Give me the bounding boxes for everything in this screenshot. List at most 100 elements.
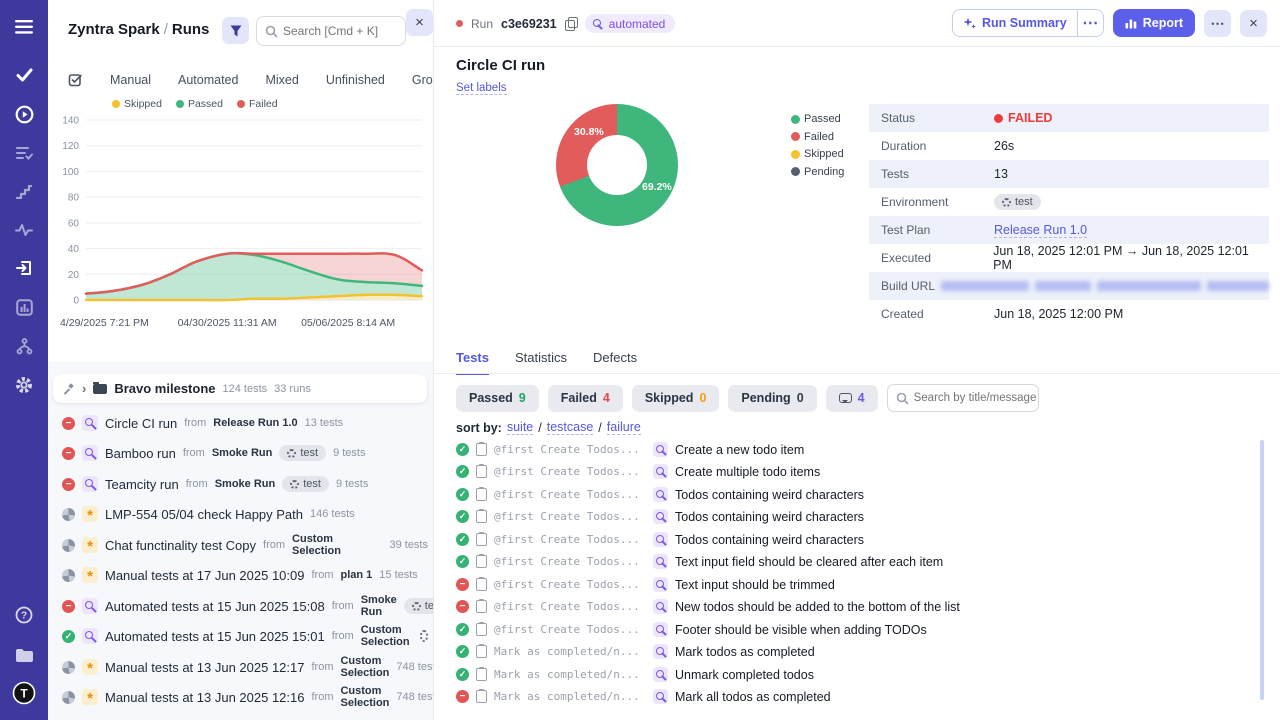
test-title[interactable]: Todos containing weird characters xyxy=(675,488,864,502)
test-title[interactable]: Mark all todos as completed xyxy=(675,690,831,704)
sort-by-failure[interactable]: failure xyxy=(607,420,641,435)
tab-manual[interactable]: Manual xyxy=(110,73,151,87)
sort-by-testcase[interactable]: testcase xyxy=(547,420,594,435)
test-title[interactable]: Todos containing weird characters xyxy=(675,510,864,524)
tab-automated[interactable]: Automated xyxy=(178,73,238,87)
run-title: Chat functinality test Copy xyxy=(105,538,256,553)
tab-groups[interactable]: Groups xyxy=(412,73,433,87)
steps-icon[interactable] xyxy=(0,175,48,209)
test-row[interactable]: @first Create Todos... Text input should … xyxy=(456,575,1246,594)
scrollbar[interactable] xyxy=(1260,440,1264,700)
close-detail-button[interactable] xyxy=(1240,10,1267,37)
test-suite[interactable]: @first Create Todos... xyxy=(494,555,646,568)
play-circle-icon[interactable] xyxy=(0,97,48,131)
test-row[interactable]: Mark as completed/n... Unmark completed t… xyxy=(456,665,1246,684)
test-row[interactable]: @first Create Todos... Create a new todo … xyxy=(456,440,1246,459)
test-row[interactable]: Mark as completed/n... Mark todos as comp… xyxy=(456,642,1246,661)
passed-filter-chip[interactable]: Passed9 xyxy=(456,385,539,412)
test-row[interactable]: @first Create Todos... Todos containing w… xyxy=(456,530,1246,549)
test-suite[interactable]: @first Create Todos... xyxy=(494,578,646,591)
run-row[interactable]: Chat functinality test Copy fromCustom S… xyxy=(62,532,428,558)
tab-mixed[interactable]: Mixed xyxy=(265,73,298,87)
project-name[interactable]: Zyntra Spark xyxy=(68,21,160,38)
copy-icon[interactable] xyxy=(565,17,577,30)
close-panel-button[interactable] xyxy=(406,9,433,36)
run-row[interactable]: Manual tests at 17 Jun 2025 10:09 frompl… xyxy=(62,562,428,588)
sort-by-suite[interactable]: suite xyxy=(507,420,533,435)
help-icon[interactable]: ? xyxy=(0,598,48,632)
run-summary-button[interactable]: Run Summary xyxy=(952,9,1104,37)
pending-filter-chip[interactable]: Pending0 xyxy=(728,385,816,412)
gear-icon[interactable] xyxy=(0,368,48,402)
search-input[interactable] xyxy=(283,17,403,45)
test-title[interactable]: New todos should be added to the bottom … xyxy=(675,600,960,614)
test-row[interactable]: @first Create Todos... Create multiple to… xyxy=(456,462,1246,481)
test-title[interactable]: Footer should be visible when adding TOD… xyxy=(675,623,927,637)
skipped-filter-chip[interactable]: Skipped0 xyxy=(632,385,720,412)
test-row[interactable]: @first Create Todos... New todos should b… xyxy=(456,597,1246,616)
test-row[interactable]: @first Create Todos... Footer should be v… xyxy=(456,620,1246,639)
test-row[interactable]: @first Create Todos... Text input field s… xyxy=(456,552,1246,571)
test-row[interactable]: @first Create Todos... Todos containing w… xyxy=(456,507,1246,526)
run-row[interactable]: Automated tests at 15 Jun 2025 15:01 fro… xyxy=(62,623,428,649)
clipboard-icon xyxy=(476,623,487,636)
test-row[interactable]: @first Create Todos... Todos containing w… xyxy=(456,485,1246,504)
test-title[interactable]: Create multiple todo items xyxy=(675,465,820,479)
run-row[interactable]: Manual tests at 13 Jun 2025 12:17 fromCu… xyxy=(62,654,428,680)
list-check-icon[interactable] xyxy=(0,136,48,170)
tab-defects[interactable]: Defects xyxy=(593,350,637,375)
run-row[interactable]: LMP-554 05/04 check Happy Path 146 tests xyxy=(62,501,428,527)
bar-chart-icon[interactable] xyxy=(0,290,48,324)
menu-icon[interactable] xyxy=(0,10,48,44)
test-suite[interactable]: @first Create Todos... xyxy=(494,443,646,456)
test-suite[interactable]: @first Create Todos... xyxy=(494,465,646,478)
test-suite[interactable]: @first Create Todos... xyxy=(494,510,646,523)
test-row[interactable]: Mark as completed/n... Mark all todos as … xyxy=(456,687,1246,706)
run-row[interactable]: Circle CI run fromRelease Run 1.0 13 tes… xyxy=(62,410,428,436)
comments-filter-chip[interactable]: 4 xyxy=(826,385,878,412)
test-suite[interactable]: @first Create Todos... xyxy=(494,488,646,501)
tab-statistics[interactable]: Statistics xyxy=(515,350,567,375)
tab-tests[interactable]: Tests xyxy=(456,350,489,375)
test-title[interactable]: Create a new todo item xyxy=(675,443,804,457)
run-row[interactable]: Manual tests at 13 Jun 2025 12:16 fromCu… xyxy=(62,684,428,710)
test-title[interactable]: Todos containing weird characters xyxy=(675,533,864,547)
test-plan-link[interactable]: Release Run 1.0 xyxy=(994,223,1087,238)
failed-filter-chip[interactable]: Failed4 xyxy=(548,385,623,412)
test-title[interactable]: Mark todos as completed xyxy=(675,645,815,659)
gear-icon[interactable] xyxy=(420,630,428,642)
run-row[interactable]: Automated tests at 15 Jun 2025 15:08 fro… xyxy=(62,593,428,619)
pulse-icon[interactable] xyxy=(0,213,48,247)
filter-button[interactable] xyxy=(222,17,249,44)
folder-icon[interactable] xyxy=(0,638,48,672)
import-icon[interactable] xyxy=(0,251,48,285)
milestone-tests-count: 124 tests xyxy=(223,383,268,395)
test-suite[interactable]: Mark as completed/n... xyxy=(494,690,646,703)
failed-percent-label: 30.8% xyxy=(574,126,604,138)
run-summary-more-button[interactable] xyxy=(1078,10,1103,36)
report-button[interactable]: Report xyxy=(1113,9,1195,37)
set-labels-link[interactable]: Set labels xyxy=(456,82,507,95)
run-row[interactable]: Bamboo run fromSmoke Run test 9 tests xyxy=(62,440,428,466)
test-title[interactable]: Text input field should be cleared after… xyxy=(675,555,943,569)
test-suite[interactable]: @first Create Todos... xyxy=(494,623,646,636)
check-icon[interactable] xyxy=(0,58,48,92)
test-suite[interactable]: @first Create Todos... xyxy=(494,533,646,546)
automated-badge[interactable]: automated xyxy=(585,14,676,33)
test-title[interactable]: Text input should be trimmed xyxy=(675,578,835,592)
test-title[interactable]: Unmark completed todos xyxy=(675,668,814,682)
tests-search-input[interactable] xyxy=(914,385,1036,411)
chevron-right-icon[interactable]: › xyxy=(82,381,86,396)
run-row[interactable]: Teamcity run fromSmoke Run test 9 tests xyxy=(62,471,428,497)
test-suite[interactable]: Mark as completed/n... xyxy=(494,645,646,658)
more-button[interactable] xyxy=(1204,10,1231,37)
tab-unfinished[interactable]: Unfinished xyxy=(326,73,385,87)
branch-icon[interactable] xyxy=(0,329,48,363)
passed-status-icon xyxy=(456,510,469,523)
select-runs-icon[interactable] xyxy=(68,72,83,87)
milestone-group-row[interactable]: › Bravo milestone 124 tests 33 runs xyxy=(53,374,427,403)
t-logo[interactable]: T xyxy=(0,676,48,710)
test-suite[interactable]: Mark as completed/n... xyxy=(494,668,646,681)
pin-icon xyxy=(63,383,75,395)
test-suite[interactable]: @first Create Todos... xyxy=(494,600,646,613)
